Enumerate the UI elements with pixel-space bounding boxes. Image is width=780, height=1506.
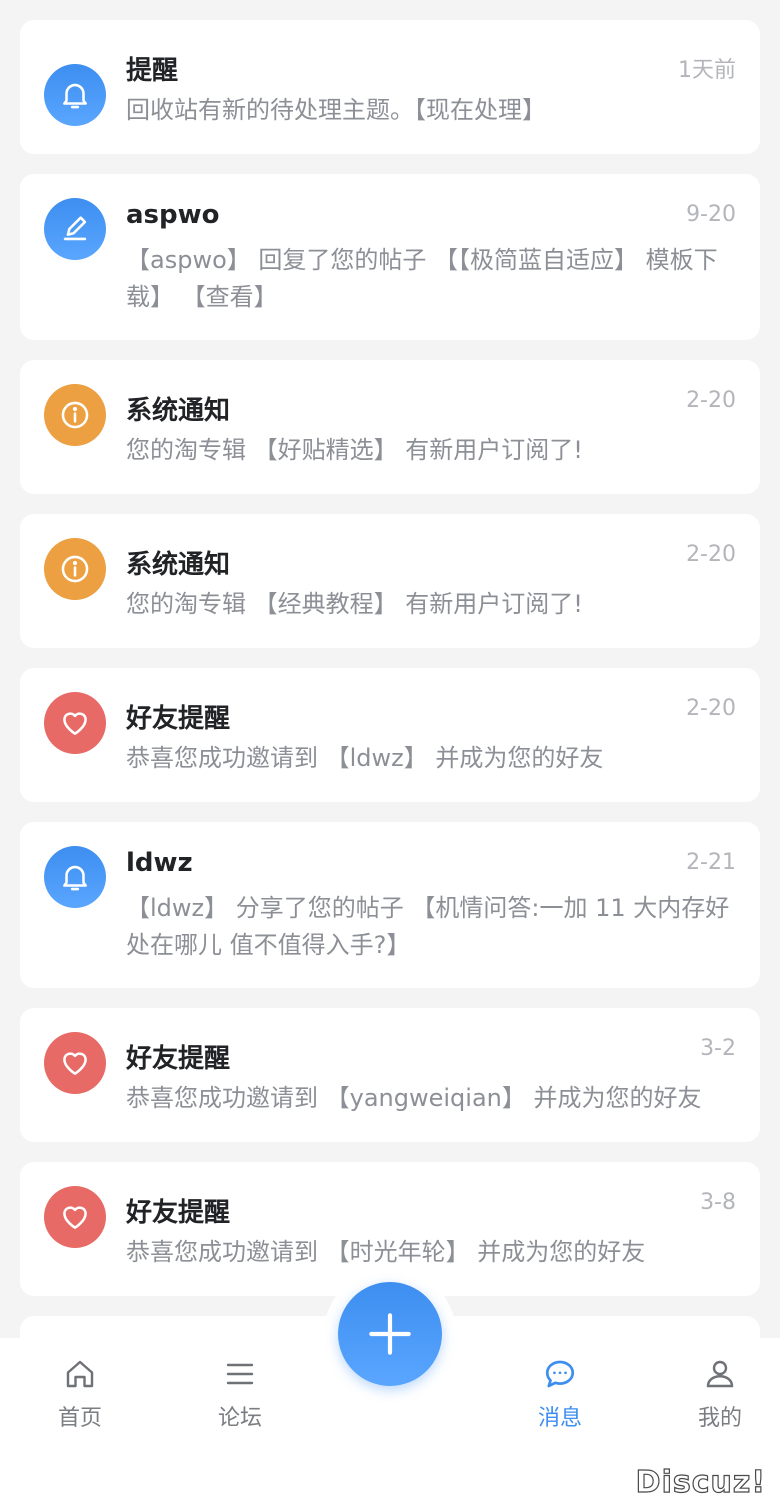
- notification-time: 2-20: [686, 388, 736, 413]
- user-icon: [706, 1360, 734, 1388]
- info-icon: [44, 538, 106, 600]
- tab-forum[interactable]: 论坛: [180, 1356, 300, 1432]
- notification-title: 系统通知: [126, 550, 231, 580]
- chat-bubble-icon: [545, 1360, 575, 1388]
- info-icon: [44, 384, 106, 446]
- notification-time: 2-20: [686, 542, 736, 567]
- tab-mine-label: 我的: [697, 1406, 742, 1431]
- pen-icon: [44, 198, 106, 260]
- notification-time: 9-20: [686, 202, 736, 227]
- notification-time: 2-20: [686, 696, 736, 721]
- notification-title: ldwz: [126, 848, 193, 878]
- notification-body: 您的淘专辑 【好贴精选】 有新用户订阅了!: [126, 436, 583, 464]
- notification-title: aspwo: [126, 200, 220, 230]
- notification-title: 好友提醒: [126, 1044, 231, 1074]
- tab-home-label: 首页: [57, 1406, 102, 1431]
- plus-icon: [369, 1313, 411, 1355]
- notification-title: 好友提醒: [126, 1198, 231, 1228]
- notification-item[interactable]: aspwo 9-20 【aspwo】 回复了您的帖子 【【极简蓝自适应】 模板下…: [20, 174, 760, 340]
- notification-title: 系统通知: [126, 396, 231, 426]
- notification-item[interactable]: 系统通知 2-20 您的淘专辑 【经典教程】 有新用户订阅了!: [20, 514, 760, 648]
- notification-item[interactable]: 提醒 1天前 回收站有新的待处理主题。【现在处理】: [20, 20, 760, 154]
- notification-item[interactable]: 系统通知 2-20 您的淘专辑 【好贴精选】 有新用户订阅了!: [20, 360, 760, 494]
- notification-body: 恭喜您成功邀请到 【时光年轮】 并成为您的好友: [126, 1238, 646, 1266]
- notification-item[interactable]: 好友提醒 3-2 恭喜您成功邀请到 【yangweiqian】 并成为您的好友: [20, 1008, 760, 1142]
- notification-time: 3-2: [700, 1036, 736, 1061]
- notification-time: 3-8: [700, 1190, 736, 1215]
- notification-time: 1天前: [678, 58, 736, 83]
- tab-messages-label: 消息: [537, 1406, 582, 1431]
- new-post-button[interactable]: [338, 1282, 442, 1386]
- notification-time: 2-21: [686, 850, 736, 875]
- tab-home[interactable]: 首页: [20, 1356, 140, 1432]
- home-icon: [66, 1360, 94, 1388]
- tab-messages[interactable]: 消息: [500, 1356, 620, 1432]
- bell-icon: [44, 64, 106, 126]
- heart-icon: [44, 692, 106, 754]
- heart-icon: [44, 1186, 106, 1248]
- notification-body: 恭喜您成功邀请到 【yangweiqian】 并成为您的好友: [126, 1084, 702, 1112]
- notification-body: 恭喜您成功邀请到 【ldwz】 并成为您的好友: [126, 744, 604, 772]
- notification-title: 好友提醒: [126, 704, 231, 734]
- menu-icon: [226, 1363, 254, 1385]
- notification-body: 【aspwo】 回复了您的帖子 【【极简蓝自适应】 模板下载】 【查看】: [126, 246, 718, 311]
- notification-body: 【ldwz】 分享了您的帖子 【机情问答:一加 11 大内存好处在哪儿 值不值得…: [126, 894, 730, 959]
- watermark-logo: Discuz!: [635, 1464, 766, 1500]
- notification-item[interactable]: 好友提醒 2-20 恭喜您成功邀请到 【ldwz】 并成为您的好友: [20, 668, 760, 802]
- notification-item[interactable]: ldwz 2-21 【ldwz】 分享了您的帖子 【机情问答:一加 11 大内存…: [20, 822, 760, 988]
- tab-forum-label: 论坛: [217, 1406, 262, 1431]
- notification-body: 回收站有新的待处理主题。【现在处理】: [126, 96, 546, 124]
- heart-icon: [44, 1032, 106, 1094]
- notification-title: 提醒: [126, 56, 179, 86]
- bell-icon: [44, 846, 106, 908]
- notification-body: 您的淘专辑 【经典教程】 有新用户订阅了!: [126, 590, 583, 618]
- tab-mine[interactable]: 我的: [660, 1356, 780, 1432]
